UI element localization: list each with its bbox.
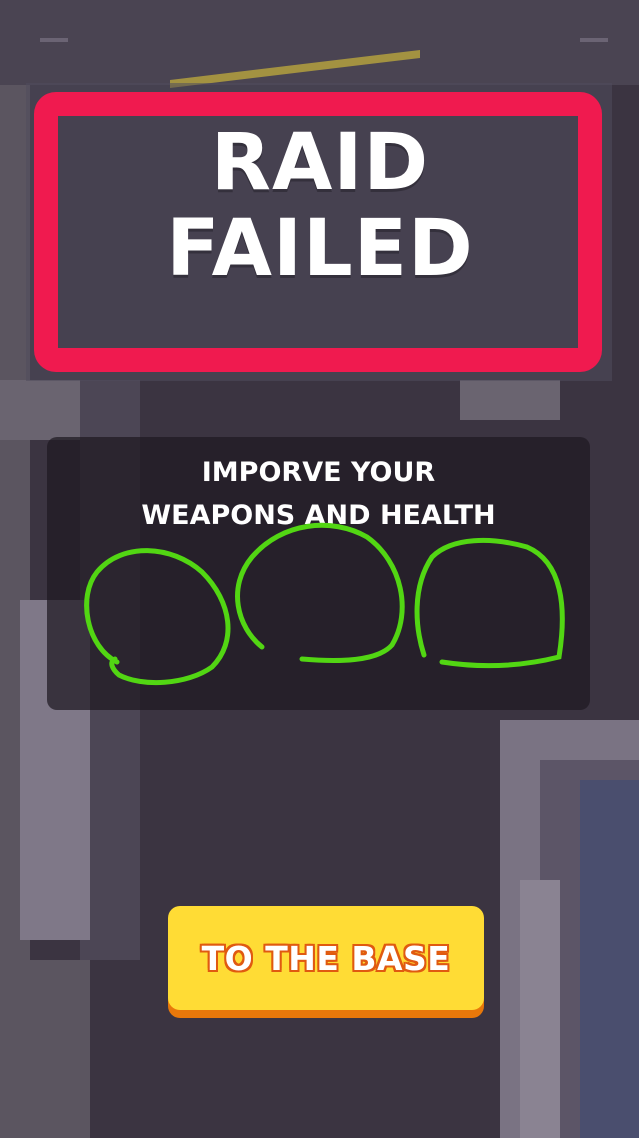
to-the-base-button-label: TO THE BASE	[201, 938, 451, 978]
scribble-circle-1	[84, 548, 231, 685]
raid-failed-title: RAID FAILED	[60, 120, 580, 292]
upgrade-hint-panel: IMPORVE YOUR WEAPONS AND HEALTH	[47, 437, 590, 710]
title-line-2: FAILED	[166, 204, 474, 294]
scribble-circle-2	[235, 522, 405, 664]
scribble-circles	[84, 522, 565, 685]
to-the-base-button[interactable]: TO THE BASE	[168, 906, 484, 1010]
title-line-1: RAID	[210, 118, 430, 208]
scribble-circle-3	[414, 538, 565, 669]
